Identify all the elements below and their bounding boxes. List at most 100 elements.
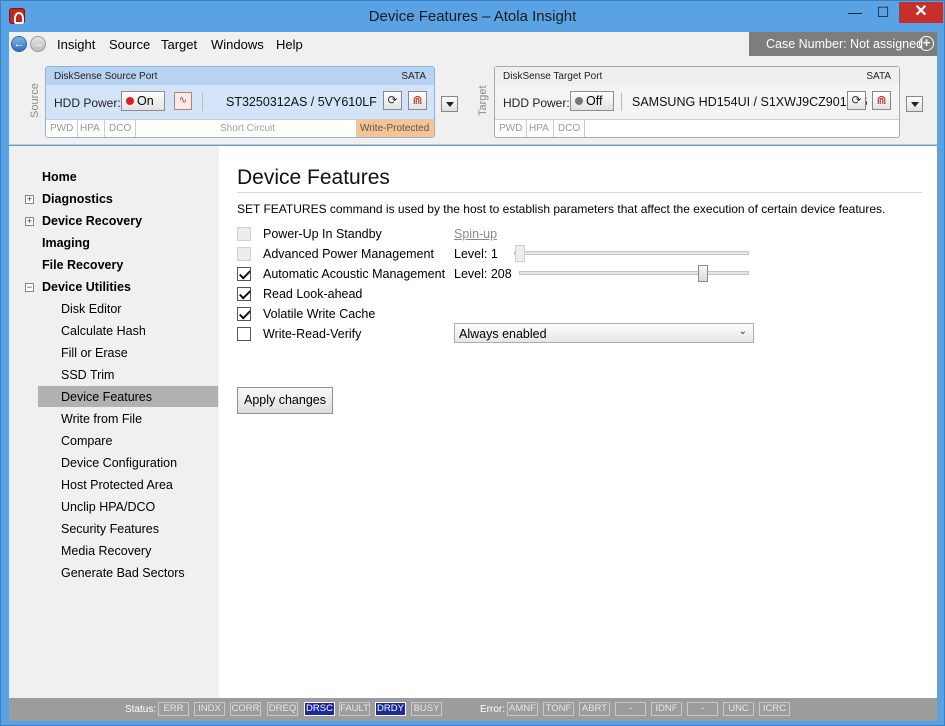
expand-plus-icon[interactable]: + — [25, 195, 34, 204]
back-arrow-icon[interactable]: ← — [11, 36, 27, 52]
sidebar-item-host-protected-area[interactable]: Host Protected Area — [61, 478, 173, 492]
forward-arrow-icon[interactable]: → — [30, 36, 46, 52]
window-title: Device Features – Atola Insight — [368, 8, 577, 25]
source-hdd-power-label: HDD Power: — [54, 96, 121, 110]
target-interface: SATA — [866, 71, 891, 82]
error-flag: IDNF — [651, 702, 682, 716]
status-flag-busy: BUSY — [411, 702, 442, 716]
write-read-verify-checkbox[interactable] — [237, 327, 251, 341]
close-button[interactable]: ✕ — [899, 2, 943, 23]
sidebar-item-generate-bad-sectors[interactable]: Generate Bad Sectors — [61, 566, 185, 580]
target-refresh-icon[interactable]: ⟳ — [847, 91, 866, 110]
source-port-title: DiskSense Source Port — [54, 71, 158, 82]
sidebar-item-home[interactable]: Home — [42, 170, 77, 184]
sidebar-item-imaging[interactable]: Imaging — [42, 236, 90, 250]
slider-thumb[interactable] — [698, 265, 708, 282]
error-flag: ABRT — [579, 702, 610, 716]
source-dropdown-button[interactable] — [441, 96, 458, 112]
feature-label: Read Look-ahead — [263, 287, 363, 301]
status-flag-indx: INDX — [194, 702, 225, 716]
title-divider — [237, 192, 922, 193]
menu-help[interactable]: Help — [276, 37, 303, 52]
volatile-write-cache-checkbox[interactable] — [237, 307, 251, 321]
separator — [621, 93, 622, 111]
target-port-title: DiskSense Target Port — [503, 71, 603, 82]
menu-source[interactable]: Source — [109, 37, 150, 52]
aam-level-slider[interactable] — [519, 265, 749, 282]
target-magnet-icon[interactable]: ⋒ — [872, 91, 891, 110]
target-device-name: SAMSUNG HD154UI / S1XWJ9CZ901636 — [632, 95, 868, 109]
sidebar-item-device-recovery[interactable]: Device Recovery — [42, 214, 142, 228]
sidebar-item-device-features[interactable]: Device Features — [61, 390, 152, 404]
target-port-body: HDD Power: Off SAMSUNG HD154UI / S1XWJ9C… — [495, 85, 899, 119]
page-title: Device Features — [237, 166, 390, 189]
feature-label: Power-Up In Standby — [263, 227, 382, 241]
target-power-state: Off — [586, 94, 603, 108]
expand-plus-icon[interactable]: + — [25, 217, 34, 226]
sidebar-item-calculate-hash[interactable]: Calculate Hash — [61, 324, 146, 338]
feature-label: Volatile Write Cache — [263, 307, 376, 321]
sidebar-item-compare[interactable]: Compare — [61, 434, 112, 448]
source-side-label: Source — [29, 83, 41, 119]
source-tag-hpa: HPA — [76, 120, 105, 137]
aam-checkbox[interactable] — [237, 267, 251, 281]
error-flag: - — [687, 702, 718, 716]
error-flag: UNC — [723, 702, 754, 716]
add-case-icon[interactable]: + — [919, 36, 934, 51]
sidebar-item-unclip-hpa-dco[interactable]: Unclip HPA/DCO — [61, 500, 155, 514]
sidebar-item-fill-or-erase[interactable]: Fill or Erase — [61, 346, 128, 360]
sidebar-nav: Home + Diagnostics + Device Recovery Ima… — [9, 146, 219, 698]
slider-track — [514, 251, 749, 255]
sidebar-item-write-from-file[interactable]: Write from File — [61, 412, 142, 426]
target-power-button[interactable]: Off — [570, 91, 614, 111]
source-magnet-icon[interactable]: ⋒ — [408, 91, 427, 110]
maximize-button[interactable]: ☐ — [869, 2, 897, 23]
sidebar-item-media-recovery[interactable]: Media Recovery — [61, 544, 151, 558]
apm-checkbox[interactable] — [237, 247, 251, 261]
select-value: Always enabled — [459, 327, 547, 341]
source-refresh-icon[interactable]: ⟳ — [383, 91, 402, 110]
menu-insight[interactable]: Insight — [57, 37, 95, 52]
target-dropdown-button[interactable] — [906, 96, 923, 112]
target-tag-hpa: HPA — [525, 120, 554, 137]
slider-thumb[interactable] — [515, 245, 525, 262]
short-circuit-indicator: Short Circuit — [220, 123, 276, 134]
sidebar-item-file-recovery[interactable]: File Recovery — [42, 258, 123, 272]
target-port-panel: DiskSense Target Port SATA HDD Power: Of… — [494, 66, 900, 138]
power-off-indicator-icon — [575, 97, 583, 105]
source-tag-dco: DCO — [105, 120, 137, 137]
sidebar-item-security-features[interactable]: Security Features — [61, 522, 159, 536]
status-flag-drdy: DRDY — [375, 702, 406, 716]
spin-up-link[interactable]: Spin-up — [454, 227, 497, 241]
apply-changes-button[interactable]: Apply changes — [237, 387, 333, 414]
case-number[interactable]: Case Number: Not assigned + — [749, 32, 937, 56]
read-look-ahead-checkbox[interactable] — [237, 287, 251, 301]
target-tag-dco: DCO — [554, 120, 586, 137]
error-flag: TONF — [543, 702, 574, 716]
apm-level-slider[interactable] — [514, 245, 749, 262]
collapse-minus-icon[interactable]: − — [25, 283, 34, 292]
error-label: Error: — [480, 704, 505, 715]
error-flag: - — [615, 702, 646, 716]
feature-label: Automatic Acoustic Management — [263, 267, 446, 281]
source-port-header: DiskSense Source Port SATA — [46, 67, 434, 85]
sidebar-item-ssd-trim[interactable]: SSD Trim — [61, 368, 114, 382]
sidebar-item-disk-editor[interactable]: Disk Editor — [61, 302, 121, 316]
menu-windows[interactable]: Windows — [211, 37, 264, 52]
target-side-label: Target — [477, 85, 489, 117]
app-window: Device Features – Atola Insight — ☐ ✕ ← … — [0, 0, 945, 726]
source-port-body: HDD Power: On ∿ ST3250312AS / 5VY610LF ⟳… — [46, 85, 434, 119]
feature-label: Advanced Power Management — [263, 247, 434, 261]
source-power-state: On — [137, 94, 154, 108]
sidebar-item-device-utilities[interactable]: Device Utilities — [42, 280, 131, 294]
minimize-button[interactable]: — — [841, 2, 869, 23]
sidebar-item-device-configuration[interactable]: Device Configuration — [61, 456, 177, 470]
waveform-icon[interactable]: ∿ — [174, 92, 192, 110]
source-port-panel: DiskSense Source Port SATA HDD Power: On… — [45, 66, 435, 138]
power-up-in-standby-checkbox[interactable] — [237, 227, 251, 241]
write-read-verify-select[interactable]: Always enabled ⌄ — [454, 323, 754, 343]
menu-target[interactable]: Target — [161, 37, 197, 52]
source-power-button[interactable]: On — [121, 91, 165, 111]
sidebar-item-diagnostics[interactable]: Diagnostics — [42, 192, 113, 206]
write-protected-indicator: Write-Protected — [356, 120, 434, 137]
